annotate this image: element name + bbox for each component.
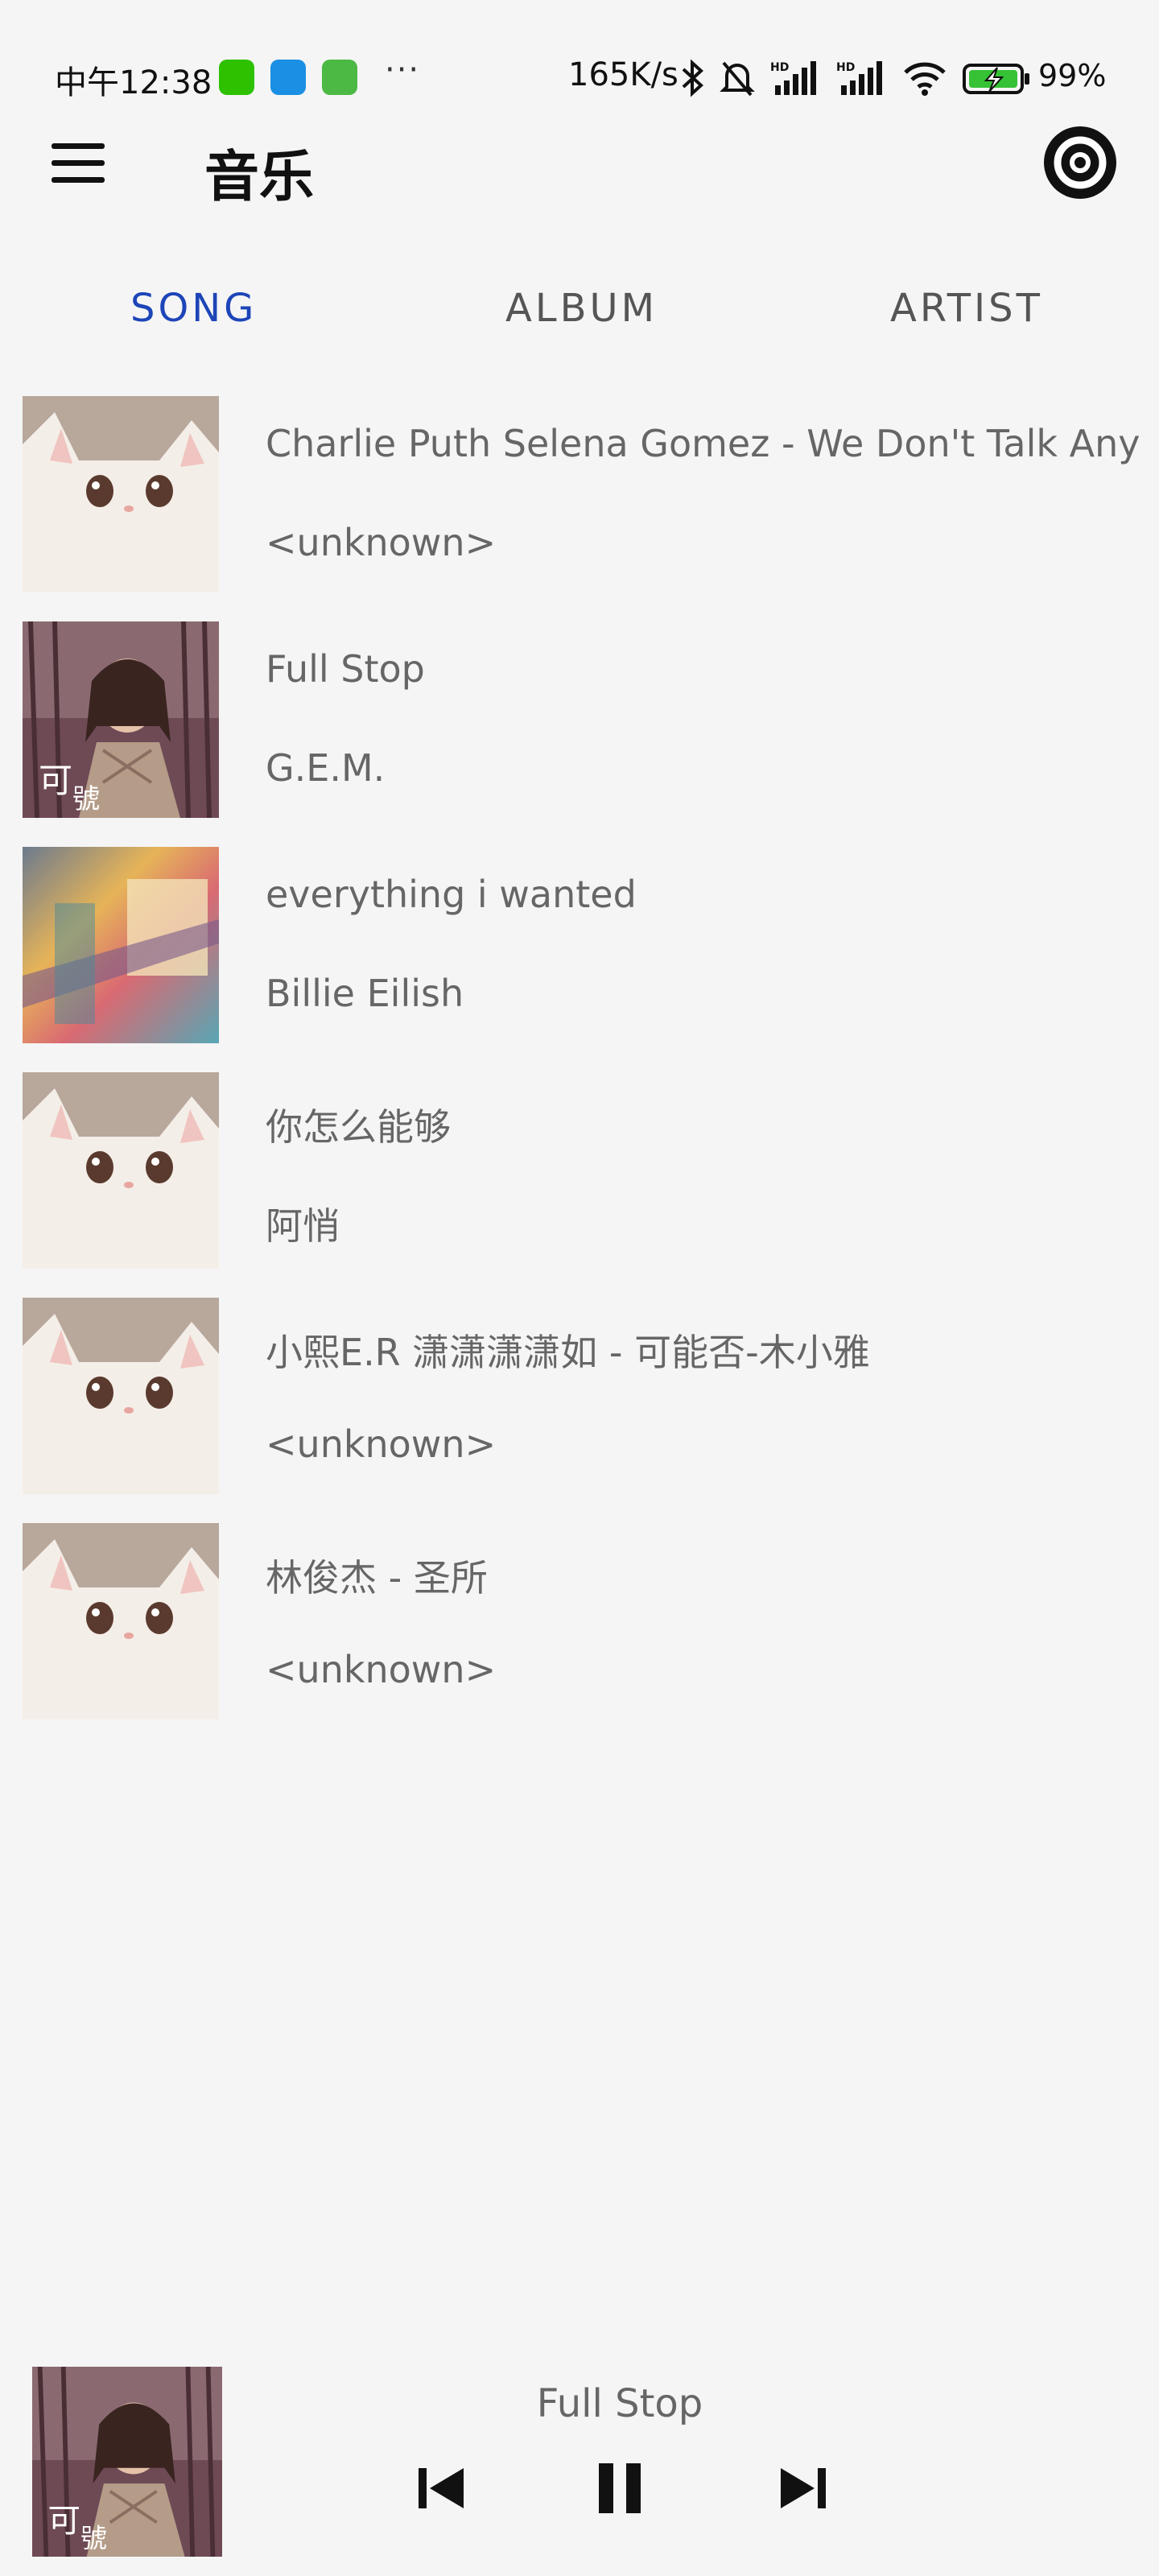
song-title: 你怎么能够 [266, 1105, 451, 1149]
wechat-icon [219, 60, 254, 95]
status-time: 中午12:38 [55, 64, 212, 101]
status-bar: 中午12:38 ··· 165K/s HD HD 99% [0, 0, 1159, 153]
svg-text:可: 可 [39, 761, 72, 800]
battery-charging-icon [963, 64, 1029, 94]
target-icon[interactable] [1041, 124, 1119, 201]
mute-bell-icon [720, 61, 755, 97]
list-item[interactable]: 可號 Full Stop G.E.M. [0, 621, 1159, 819]
svg-text:HD: HD [836, 61, 855, 74]
tab-bar: SONG ALBUM ARTIST [0, 286, 1159, 350]
album-art-cat [23, 1523, 219, 1719]
network-speed: 165K/s [568, 56, 678, 93]
paper-plane-app-icon [270, 60, 306, 95]
android-app-icon [322, 60, 357, 95]
song-title: Full Stop [266, 647, 425, 691]
tab-song[interactable]: SONG [130, 286, 257, 331]
song-title: everything i wanted [266, 873, 637, 916]
previous-icon[interactable] [409, 2455, 473, 2520]
status-more: ··· [385, 52, 421, 89]
pause-icon[interactable] [588, 2455, 652, 2520]
album-art-abstract [23, 847, 219, 1043]
signal-hd-icon: HD [770, 61, 816, 95]
song-artist: <unknown> [266, 1422, 497, 1466]
album-art-cat [23, 1298, 219, 1494]
svg-text:號: 號 [80, 2522, 107, 2553]
list-item[interactable]: 你怎么能够 阿悄 [0, 1072, 1159, 1270]
song-artist: G.E.M. [266, 746, 386, 790]
next-icon[interactable] [771, 2455, 835, 2520]
status-icons: HD HD [680, 58, 1031, 98]
bluetooth-icon [682, 59, 703, 97]
song-title: 林俊杰 - 圣所 [266, 1556, 488, 1600]
signal-hd-icon-2: HD [836, 61, 882, 95]
mini-player[interactable]: 可號 Full Stop [0, 2334, 1159, 2576]
list-item[interactable]: Charlie Puth Selena Gomez - We Don't Tal… [0, 396, 1159, 594]
tab-album[interactable]: ALBUM [505, 286, 658, 331]
song-artist: 阿悄 [266, 1204, 340, 1248]
battery-percent: 99% [1038, 58, 1107, 93]
album-art-gem: 可號 [23, 621, 219, 818]
list-item[interactable]: 林俊杰 - 圣所 <unknown> [0, 1523, 1159, 1721]
song-title: Charlie Puth Selena Gomez - We Don't Tal… [266, 422, 1140, 465]
svg-text:HD: HD [770, 61, 789, 74]
wifi-icon [904, 62, 946, 96]
tab-artist[interactable]: ARTIST [890, 286, 1043, 331]
svg-text:可: 可 [47, 2501, 80, 2540]
player-song-title: Full Stop [536, 2381, 703, 2426]
list-item[interactable]: everything i wanted Billie Eilish [0, 847, 1159, 1045]
album-art-cat [23, 1072, 219, 1269]
list-item[interactable]: 小熙E.R 潇潇潇潇如 - 可能否-木小雅 <unknown> [0, 1298, 1159, 1496]
song-artist: <unknown> [266, 521, 497, 564]
song-artist: <unknown> [266, 1648, 497, 1691]
menu-icon[interactable] [52, 143, 105, 184]
album-art-cat [23, 396, 219, 592]
svg-text:號: 號 [72, 783, 100, 815]
song-title: 小熙E.R 潇潇潇潇如 - 可能否-木小雅 [266, 1331, 870, 1374]
song-artist: Billie Eilish [266, 972, 464, 1015]
page-title: 音乐 [204, 146, 315, 209]
